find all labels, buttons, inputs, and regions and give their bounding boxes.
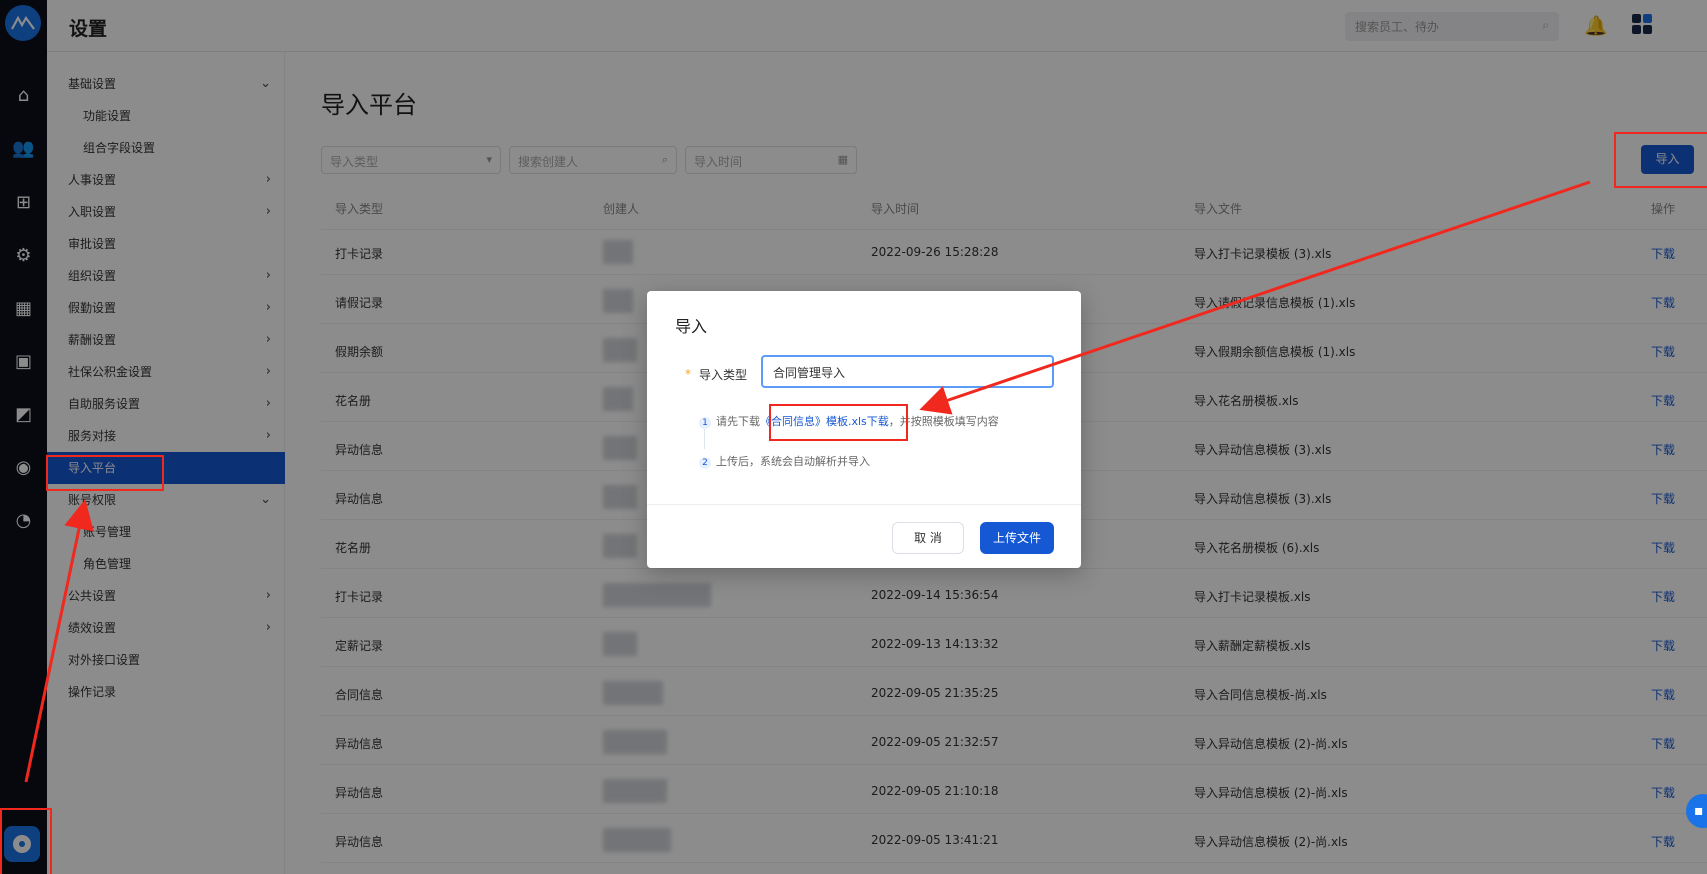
import-type-field[interactable]: 合同管理导入 [761,355,1054,388]
annotation-box-template-link [769,404,908,441]
step-number: 2 [699,457,711,469]
annotation-box-import-button [1614,132,1707,188]
annotation-box-settings [0,808,52,874]
dialog-footer: 取 消 上传文件 [647,504,1081,568]
step-number: 1 [699,417,711,429]
step-2: 2 上传后，系统会自动解析并导入 [699,453,870,469]
cancel-button[interactable]: 取 消 [892,522,964,554]
annotation-box-import-platform [46,455,164,491]
step-text: 上传后，系统会自动解析并导入 [716,455,870,468]
upload-file-button[interactable]: 上传文件 [980,522,1054,554]
dialog-title: 导入 [675,317,708,336]
import-type-label: 导入类型 [699,368,748,382]
required-mark: * [685,367,691,381]
step-text: 请先下载 [716,415,760,428]
